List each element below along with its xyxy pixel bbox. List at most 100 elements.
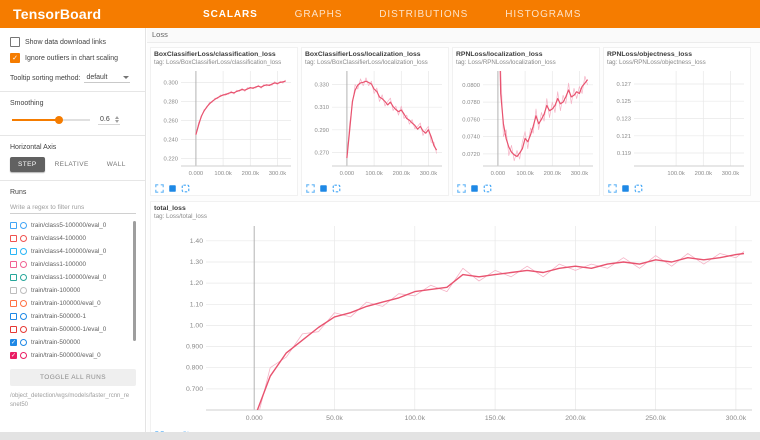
rpn-localization-loss-plot[interactable]: 0.08000.07800.07600.07400.07200.000100.0… <box>456 66 598 178</box>
box-classifier-localization-loss-tag: tag: Loss/BoxClassifierLoss/localization… <box>305 59 447 66</box>
ignore-outliers-checkbox[interactable]: ✓ <box>10 53 20 63</box>
tooltip-sorting-value: default <box>86 74 107 81</box>
run-name: train/class4-100000 <box>31 235 86 242</box>
smoothing-value: 0.6 <box>100 116 110 123</box>
svg-text:200.0k: 200.0k <box>565 415 586 422</box>
fit-domain-icon[interactable] <box>181 184 190 193</box>
run-name: train/train-100000/eval_0 <box>31 300 101 307</box>
svg-text:0.000: 0.000 <box>246 415 263 422</box>
run-selector-icon[interactable] <box>319 184 328 193</box>
rpn-objectness-loss-plot[interactable]: 0.1270.1250.1230.1210.119100.0k200.0k300… <box>607 66 749 178</box>
runs-filter-input[interactable] <box>10 202 136 214</box>
run-item[interactable]: train/train-100000 <box>10 284 136 297</box>
expand-chart-icon[interactable] <box>155 184 164 193</box>
smoothing-slider[interactable] <box>12 119 90 121</box>
svg-text:0.121: 0.121 <box>616 134 631 140</box>
svg-text:0.310: 0.310 <box>314 105 329 111</box>
run-checkbox[interactable] <box>10 313 17 320</box>
run-color-circle-icon <box>20 352 27 359</box>
run-item[interactable]: train/train-500000-1/eval_0 <box>10 323 136 336</box>
svg-text:100.0k: 100.0k <box>405 415 426 422</box>
horizontal-axis-label: Horizontal Axis <box>10 144 136 151</box>
fit-domain-icon[interactable] <box>483 184 492 193</box>
runs-scrollbar[interactable] <box>133 221 136 341</box>
box-classifier-classification-loss-title: BoxClassifierLoss/classification_loss <box>154 51 296 58</box>
tooltip-sorting-label: Tooltip sorting method: <box>10 75 80 82</box>
box-classifier-localization-loss-plot[interactable]: 0.3300.3100.2900.2700.000100.0k200.0k300… <box>305 66 447 178</box>
expand-chart-icon[interactable] <box>608 184 617 193</box>
run-name: train/train-500000-1 <box>31 313 86 320</box>
run-selector-icon[interactable] <box>470 184 479 193</box>
run-checkbox[interactable]: ✓ <box>10 339 17 346</box>
svg-text:0.0780: 0.0780 <box>462 100 480 106</box>
run-color-circle-icon <box>20 287 27 294</box>
run-checkbox[interactable] <box>10 274 17 281</box>
smoothing-value-input[interactable]: 0.6 <box>98 116 120 125</box>
run-selector-icon[interactable] <box>621 184 630 193</box>
run-name: train/class1-100000 <box>31 261 86 268</box>
tooltip-sorting-dropdown[interactable]: default <box>84 73 130 83</box>
divider <box>0 135 145 136</box>
app-header: TensorBoard SCALARSGRAPHSDISTRIBUTIONSHI… <box>0 0 760 28</box>
svg-text:0.000: 0.000 <box>340 171 355 177</box>
run-checkbox[interactable] <box>10 287 17 294</box>
bottom-scrollbar-track <box>0 432 760 440</box>
svg-text:300.0k: 300.0k <box>420 171 438 177</box>
svg-text:300.0k: 300.0k <box>726 415 747 422</box>
tag-group-header-loss[interactable]: Loss <box>147 28 760 43</box>
tab-scalars[interactable]: SCALARS <box>203 9 258 20</box>
tab-histograms[interactable]: HISTOGRAMS <box>505 9 581 20</box>
axis-wall-button[interactable]: WALL <box>99 157 134 172</box>
show-download-links-row[interactable]: Show data download links <box>10 37 136 47</box>
run-name: train/train-500000/eval_0 <box>31 352 101 359</box>
fit-domain-icon[interactable] <box>332 184 341 193</box>
chart-actions <box>456 183 598 195</box>
box-classifier-classification-loss-plot[interactable]: 0.3000.2800.2600.2400.2200.000100.0k200.… <box>154 66 296 178</box>
svg-text:0.123: 0.123 <box>616 117 631 123</box>
ignore-outliers-row[interactable]: ✓ Ignore outliers in chart scaling <box>10 53 136 63</box>
run-checkbox[interactable] <box>10 248 17 255</box>
run-item[interactable]: ✓train/train-500000 <box>10 336 136 349</box>
run-item[interactable]: train/class4-100000/eval_0 <box>10 245 136 258</box>
tab-distributions[interactable]: DISTRIBUTIONS <box>379 9 468 20</box>
svg-text:50.0k: 50.0k <box>326 415 343 422</box>
box-classifier-localization-loss-title: BoxClassifierLoss/localization_loss <box>305 51 447 58</box>
run-item[interactable]: train/class5-100000/eval_0 <box>10 219 136 232</box>
run-item[interactable]: train/class1-100000 <box>10 258 136 271</box>
expand-chart-icon[interactable] <box>306 184 315 193</box>
total-loss-tag: tag: Loss/total_loss <box>154 213 760 220</box>
run-checkbox[interactable] <box>10 222 17 229</box>
run-color-circle-icon <box>20 339 27 346</box>
run-item[interactable]: train/class4-100000 <box>10 232 136 245</box>
run-item[interactable]: ✓ train/train-500000/eval_0 <box>10 349 136 362</box>
svg-text:0.0740: 0.0740 <box>462 135 480 141</box>
run-checkbox[interactable] <box>10 261 17 268</box>
run-checkbox[interactable] <box>10 326 17 333</box>
run-checkbox[interactable]: ✓ <box>10 352 17 359</box>
scalars-dashboard: Loss BoxClassifierLoss/classification_lo… <box>147 28 760 432</box>
run-item[interactable]: train/train-500000-1 <box>10 310 136 323</box>
run-item[interactable]: train/class1-100000/eval_0 <box>10 271 136 284</box>
expand-chart-icon[interactable] <box>457 184 466 193</box>
tab-graphs[interactable]: GRAPHS <box>295 9 343 20</box>
run-checkbox[interactable] <box>10 235 17 242</box>
svg-text:1.40: 1.40 <box>190 238 203 245</box>
svg-text:0.280: 0.280 <box>163 99 178 105</box>
fit-domain-icon[interactable] <box>634 184 643 193</box>
spinner-arrows-icon[interactable] <box>115 116 119 123</box>
run-name: train/class4-100000/eval_0 <box>31 248 106 255</box>
toggle-all-runs-button[interactable]: TOGGLE ALL RUNS <box>10 369 136 386</box>
smoothing-slider-thumb[interactable] <box>55 116 63 124</box>
axis-relative-button[interactable]: RELATIVE <box>47 157 97 172</box>
run-name: train/train-500000-1/eval_0 <box>31 326 106 333</box>
svg-text:100.0k: 100.0k <box>516 171 534 177</box>
run-item[interactable]: train/train-100000/eval_0 <box>10 297 136 310</box>
total-loss-plot[interactable]: 1.401.301.201.101.000.9000.8000.7000.000… <box>154 220 760 425</box>
run-checkbox[interactable] <box>10 300 17 307</box>
run-selector-icon[interactable] <box>168 184 177 193</box>
show-download-links-checkbox[interactable] <box>10 37 20 47</box>
axis-step-button[interactable]: STEP <box>10 157 45 172</box>
run-color-circle-icon <box>20 274 27 281</box>
svg-text:0.900: 0.900 <box>186 344 203 351</box>
chart-actions <box>305 183 447 195</box>
